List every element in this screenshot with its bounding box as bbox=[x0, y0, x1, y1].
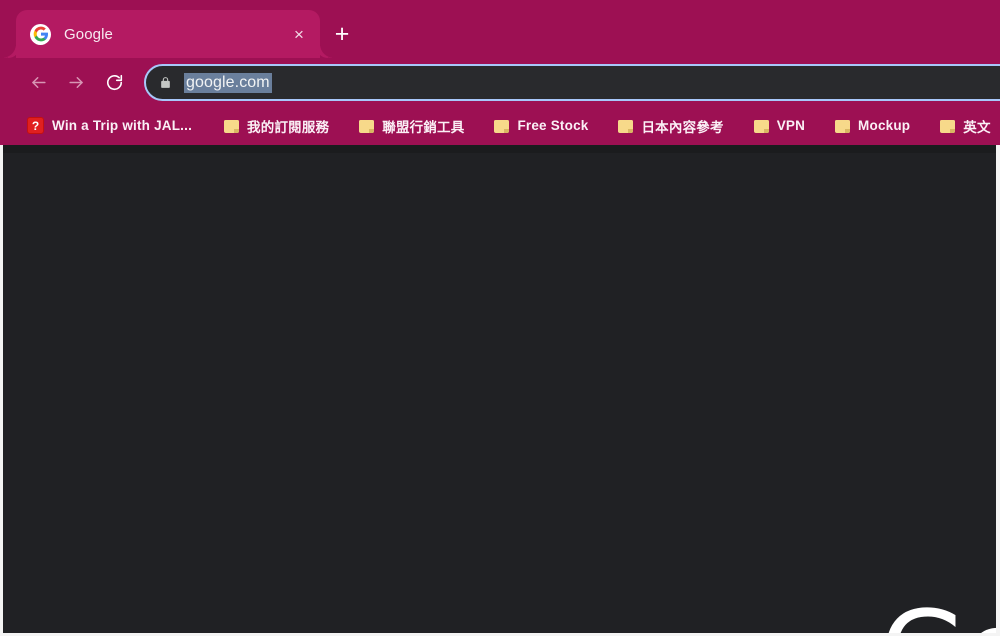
bookmark-label: 日本內容參考 bbox=[641, 119, 724, 135]
bookmark-label: 聯盟行銷工具 bbox=[382, 119, 465, 135]
forward-button[interactable] bbox=[60, 66, 92, 98]
back-button[interactable] bbox=[22, 66, 54, 98]
folder-icon bbox=[753, 119, 769, 133]
reload-button[interactable] bbox=[98, 66, 130, 98]
folder-icon bbox=[835, 119, 851, 133]
bookmark-label: Mockup bbox=[858, 118, 911, 133]
bookmark-folder-mockup[interactable]: Mockup bbox=[828, 112, 917, 140]
lock-icon bbox=[159, 75, 172, 90]
bookmark-label: 英文 bbox=[963, 119, 991, 135]
tab-strip: Google × + bbox=[0, 0, 1000, 58]
browser-window: Google × + google.com ? Win a Trip with … bbox=[0, 0, 1000, 636]
folder-icon bbox=[494, 119, 510, 133]
folder-icon bbox=[618, 119, 634, 133]
bookmark-folder-my-subscriptions[interactable]: 我的訂閱服務 bbox=[217, 112, 336, 140]
bookmark-label: VPN bbox=[776, 118, 806, 133]
folder-icon bbox=[359, 119, 375, 133]
page-viewport: Go 電腦王阿達 bbox=[0, 145, 1000, 636]
bookmark-win-a-trip-with-jal[interactable]: ? Win a Trip with JAL... bbox=[20, 112, 199, 140]
folder-icon bbox=[940, 119, 956, 133]
tab-close-button[interactable]: × bbox=[286, 21, 312, 47]
jal-quiz-favicon: ? bbox=[27, 117, 44, 134]
page-top-shade bbox=[0, 145, 1000, 153]
bookmark-folder-english[interactable]: 英文 bbox=[933, 112, 997, 140]
address-bar-text[interactable]: google.com bbox=[184, 72, 272, 93]
bookmark-label: 我的訂閱服務 bbox=[247, 119, 330, 135]
folder-icon bbox=[224, 119, 240, 133]
bookmark-folder-free-stock[interactable]: Free Stock bbox=[487, 112, 595, 140]
bookmark-label: Free Stock bbox=[517, 118, 589, 133]
address-bar[interactable]: google.com bbox=[144, 64, 1000, 101]
tab-shoulder-right bbox=[320, 44, 334, 58]
window-border-right bbox=[996, 145, 1000, 636]
bookmark-folder-japan-content[interactable]: 日本內容參考 bbox=[611, 112, 730, 140]
tab-shoulder-left bbox=[2, 44, 16, 58]
bookmark-folder-affiliate-tools[interactable]: 聯盟行銷工具 bbox=[352, 112, 471, 140]
google-logo: Go bbox=[880, 597, 1000, 636]
bookmarks-bar: ? Win a Trip with JAL... 我的訂閱服務 聯盟行銷工具 F… bbox=[0, 106, 1000, 145]
browser-tab-google[interactable]: Google × bbox=[4, 10, 332, 58]
bookmark-label: Win a Trip with JAL... bbox=[52, 118, 193, 133]
google-g-icon bbox=[30, 23, 51, 45]
window-border-left bbox=[0, 145, 3, 636]
bookmark-folder-vpn[interactable]: VPN bbox=[747, 112, 812, 140]
tab-title: Google bbox=[64, 25, 113, 43]
